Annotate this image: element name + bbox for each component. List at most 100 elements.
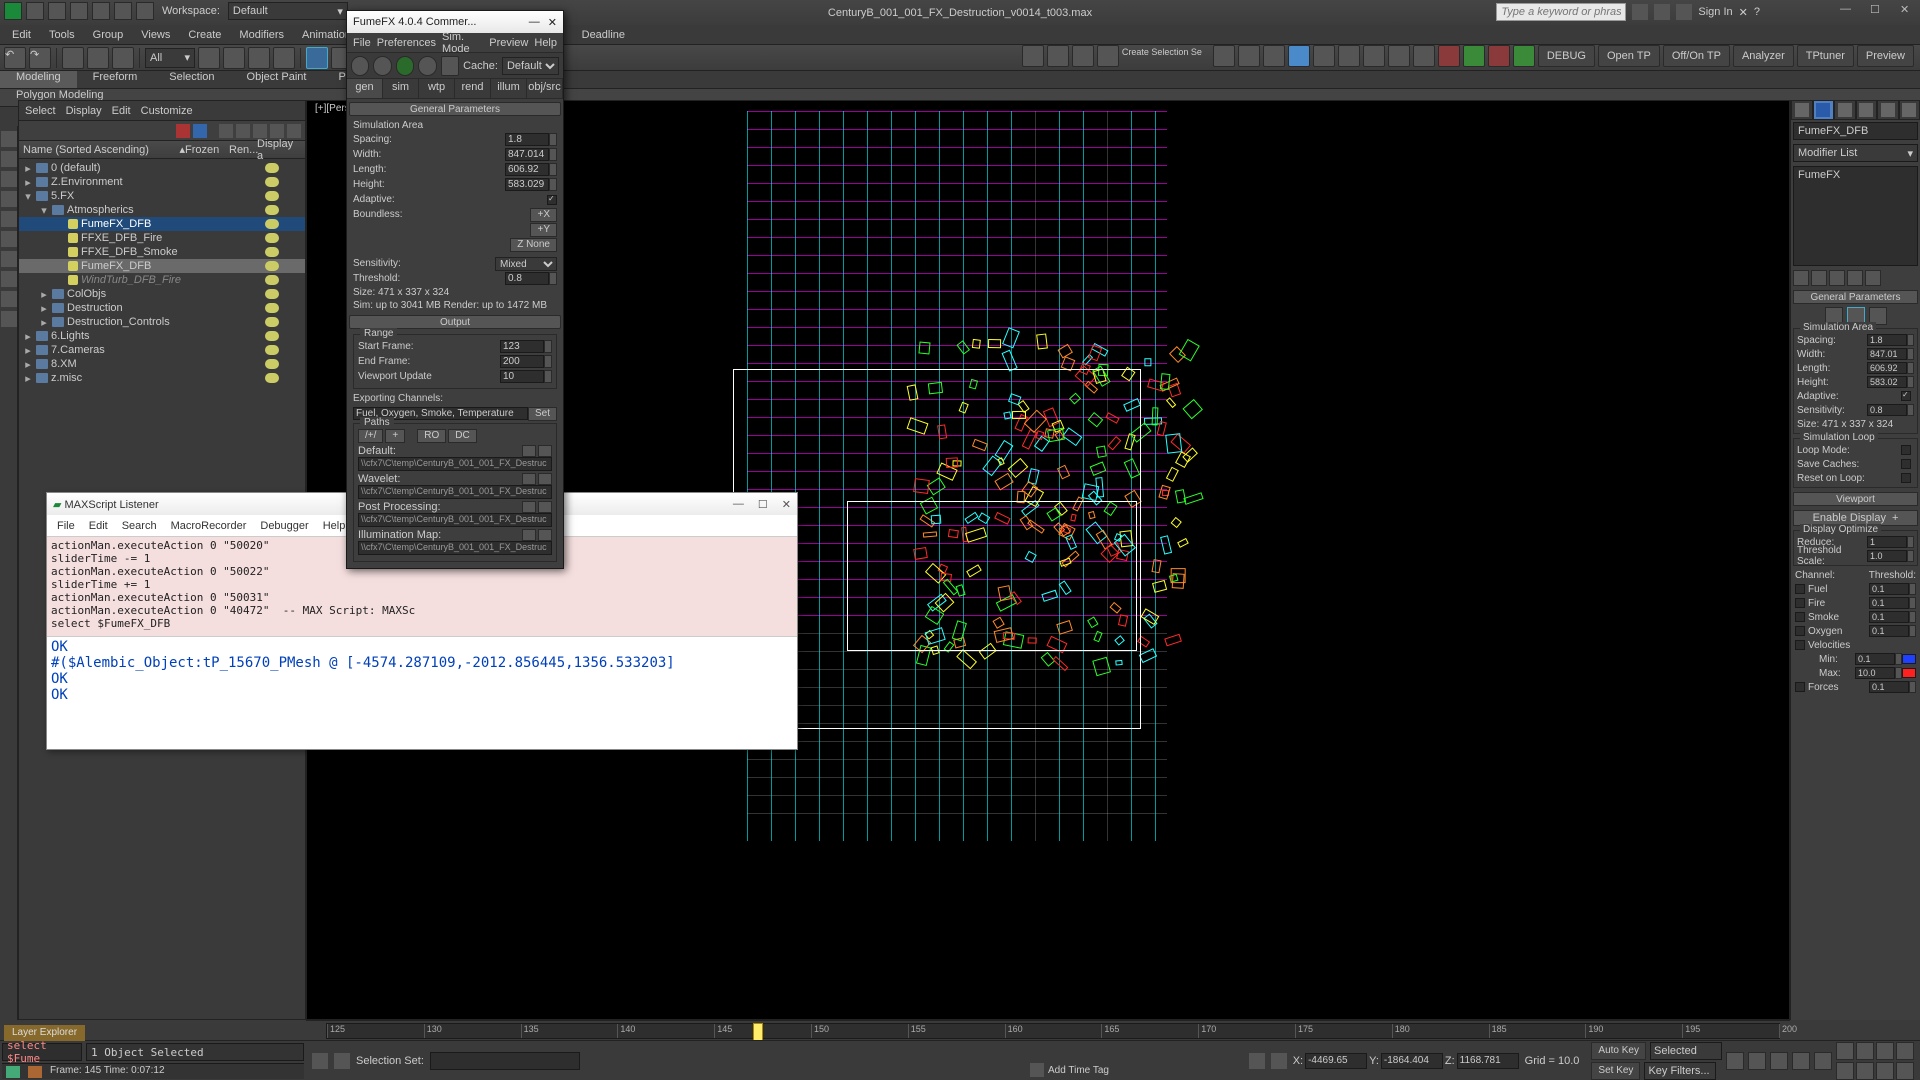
- general-params-rollout[interactable]: General Parameters: [349, 102, 561, 116]
- path-all-button[interactable]: /+/: [358, 429, 383, 443]
- cp-save-caches-checkbox[interactable]: [1901, 459, 1911, 469]
- utilities-tab[interactable]: [1899, 100, 1920, 120]
- cp-forces-checkbox[interactable]: [1795, 682, 1805, 692]
- se-tb-icon-3[interactable]: [253, 124, 267, 138]
- tab-rend[interactable]: rend: [455, 79, 491, 98]
- cp-height-spinner[interactable]: [1907, 376, 1914, 388]
- angle-snap-button[interactable]: [1047, 45, 1069, 67]
- tptuner-button[interactable]: TPtuner: [1797, 45, 1854, 67]
- listener-menu-file[interactable]: File: [53, 520, 79, 532]
- se-tb-icon-2[interactable]: [236, 124, 250, 138]
- key-filter-dropdown[interactable]: Selected: [1650, 1042, 1722, 1060]
- end-frame-spinner[interactable]: [544, 355, 552, 368]
- cp-loop-mode-checkbox[interactable]: [1901, 445, 1911, 455]
- spinner-snap-button[interactable]: [1097, 45, 1119, 67]
- make-unique-icon[interactable]: [1829, 270, 1845, 286]
- se-tb-icon-5[interactable]: [287, 124, 301, 138]
- material-editor-button[interactable]: [1363, 45, 1385, 67]
- maximize-icon[interactable]: ☐: [1870, 3, 1884, 17]
- path-dc-button[interactable]: DC: [448, 429, 476, 443]
- adaptive-checkbox[interactable]: [547, 195, 557, 205]
- tab-wtp[interactable]: wtp: [419, 79, 455, 98]
- tab-illum[interactable]: illum: [491, 79, 527, 98]
- nav-max-toggle-icon[interactable]: [1876, 1062, 1894, 1080]
- tab-modeling[interactable]: Modeling: [0, 71, 77, 88]
- create-tab[interactable]: [1791, 100, 1813, 120]
- cp-oxygen-checkbox[interactable]: [1795, 626, 1805, 636]
- redo-button[interactable]: ↷: [29, 47, 51, 69]
- listener-menu-search[interactable]: Search: [118, 520, 161, 532]
- se-find-icon[interactable]: [176, 124, 190, 138]
- se-menu-edit[interactable]: Edit: [112, 105, 131, 117]
- boundless-x-button[interactable]: +X: [530, 208, 557, 222]
- tp-button-2[interactable]: [1488, 45, 1510, 67]
- scene-tree[interactable]: ▸0 (default)▸Z.Environment▾5.FX▾Atmosphe…: [19, 159, 305, 387]
- time-cursor[interactable]: [753, 1023, 763, 1041]
- goto-end-icon[interactable]: [1814, 1052, 1832, 1070]
- stack-item-fumefx[interactable]: FumeFX: [1798, 169, 1913, 181]
- path-illum-clear-icon[interactable]: [538, 529, 552, 541]
- path-default-clear-icon[interactable]: [538, 445, 552, 457]
- start-frame-input[interactable]: 123: [500, 340, 544, 353]
- cp-fire-input[interactable]: 0.1: [1869, 597, 1909, 609]
- lock-sel-icon[interactable]: [1249, 1053, 1265, 1069]
- output-rollout[interactable]: Output: [349, 315, 561, 329]
- cp-min-input[interactable]: 0.1: [1855, 653, 1895, 665]
- filter-light-icon[interactable]: [1, 191, 17, 207]
- rendered-frame-button[interactable]: [1413, 45, 1435, 67]
- signin-button[interactable]: Sign In: [1698, 6, 1732, 18]
- show-end-result-icon[interactable]: [1811, 270, 1827, 286]
- script-icon[interactable]: [6, 1066, 20, 1078]
- tree-row[interactable]: FFXE_DFB_Smoke: [19, 245, 305, 259]
- hierarchy-tab[interactable]: [1834, 100, 1856, 120]
- selection-filter-dropdown[interactable]: All▾: [145, 48, 195, 68]
- cp-forces-input[interactable]: 0.1: [1869, 681, 1909, 693]
- sensitivity-dropdown[interactable]: Mixed: [495, 257, 557, 271]
- col-display[interactable]: Display a: [257, 138, 301, 162]
- add-time-tag[interactable]: Add Time Tag: [1048, 1065, 1109, 1076]
- tree-row[interactable]: ▾5.FX: [19, 189, 305, 203]
- fumefx-menu-file[interactable]: File: [353, 37, 371, 49]
- listener-close-icon[interactable]: ✕: [782, 498, 791, 511]
- cp-spacing-spinner[interactable]: [1907, 334, 1914, 346]
- cp-fuel-checkbox[interactable]: [1795, 584, 1805, 594]
- tree-row[interactable]: FumeFX_DFB: [19, 259, 305, 273]
- abs-rel-icon[interactable]: [1271, 1053, 1287, 1069]
- cp-fuel-input[interactable]: 0.1: [1869, 583, 1909, 595]
- cp-viewport-rollout[interactable]: Viewport: [1793, 492, 1918, 506]
- motion-tab[interactable]: [1856, 100, 1878, 120]
- isolate-icon[interactable]: [312, 1053, 328, 1069]
- path-post-browse-icon[interactable]: [522, 501, 536, 513]
- cp-spacing-input[interactable]: 1.8: [1867, 334, 1907, 346]
- bind-spacewarp-button[interactable]: [112, 47, 134, 69]
- schematic-view-button[interactable]: [1338, 45, 1360, 67]
- tree-row[interactable]: ▸Destruction: [19, 301, 305, 315]
- path-wavelet-clear-icon[interactable]: [538, 473, 552, 485]
- cp-reduce-input[interactable]: 1: [1867, 536, 1907, 548]
- spacing-spinner[interactable]: [549, 133, 557, 146]
- fumefx-close-icon[interactable]: ✕: [548, 16, 557, 29]
- filter-container-icon[interactable]: [1, 291, 17, 307]
- length-input[interactable]: 606.92: [505, 163, 549, 176]
- tab-freeform[interactable]: Freeform: [77, 71, 154, 88]
- fumefx-sim-cache-icon[interactable]: [441, 56, 459, 76]
- tab-gen[interactable]: gen: [347, 79, 383, 98]
- tree-row[interactable]: FumeFX_DFB: [19, 217, 305, 231]
- listener-menu-debug[interactable]: Debugger: [256, 520, 312, 532]
- workspace-dropdown[interactable]: Default▾: [228, 2, 348, 20]
- listener-menu-edit[interactable]: Edit: [85, 520, 112, 532]
- menu-tools[interactable]: Tools: [43, 29, 81, 41]
- tree-row[interactable]: ▸Destruction_Controls: [19, 315, 305, 329]
- tree-row[interactable]: ▸7.Cameras: [19, 343, 305, 357]
- cp-width-spinner[interactable]: [1907, 348, 1914, 360]
- tree-row[interactable]: FFXE_DFB_Fire: [19, 231, 305, 245]
- undo-button[interactable]: ↶: [4, 47, 26, 69]
- minimize-icon[interactable]: —: [1840, 3, 1854, 17]
- redo-icon[interactable]: [114, 2, 132, 20]
- fumefx-sim-start-icon[interactable]: [351, 56, 369, 76]
- vpu-spinner[interactable]: [544, 370, 552, 383]
- off-on-tp-button[interactable]: Off/On TP: [1663, 45, 1730, 67]
- select-move-button[interactable]: [306, 47, 328, 69]
- nav-zoom-icon[interactable]: [1836, 1042, 1854, 1060]
- save-icon[interactable]: [70, 2, 88, 20]
